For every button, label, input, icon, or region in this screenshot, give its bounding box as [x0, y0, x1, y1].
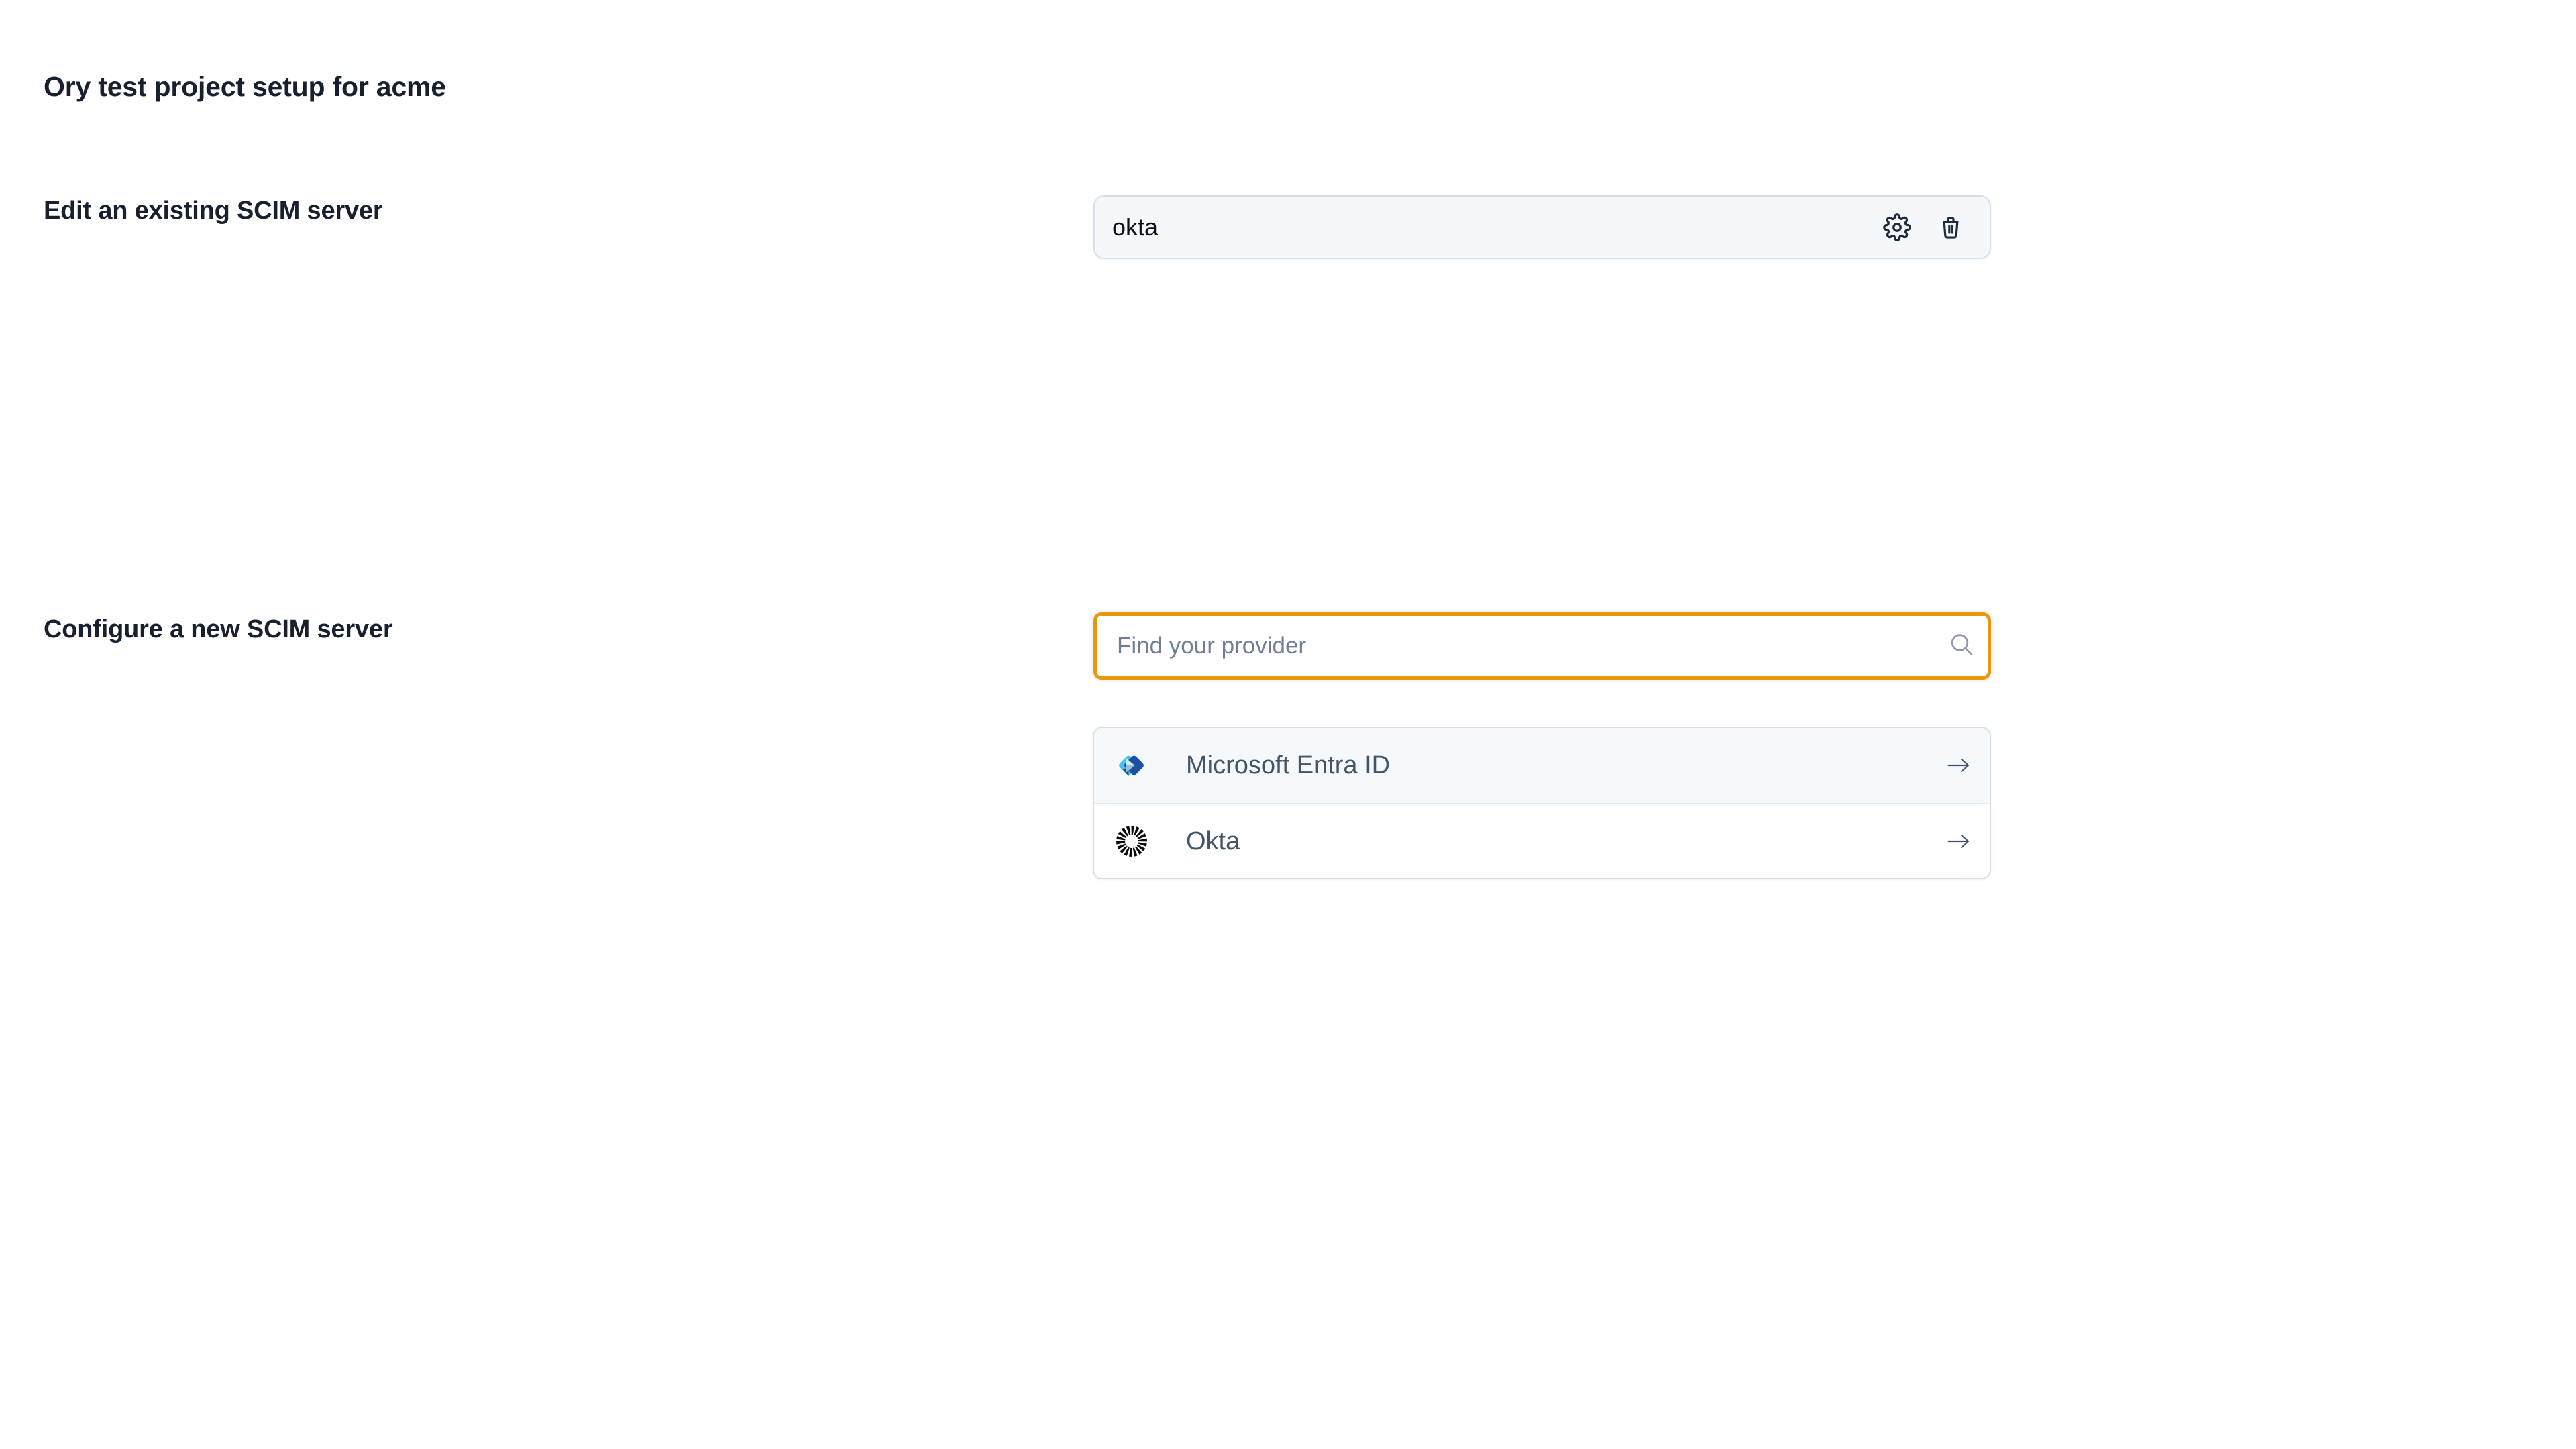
provider-row-microsoft-entra-id[interactable]: Microsoft Entra ID	[1094, 728, 1990, 803]
provider-label: Microsoft Entra ID	[1186, 751, 1947, 780]
page-title: Ory test project setup for acme	[44, 70, 446, 103]
scim-setup-page: Ory test project setup for acme Edit an …	[0, 0, 2576, 1449]
provider-search	[1093, 612, 1991, 680]
section-heading-configure: Configure a new SCIM server	[44, 614, 392, 645]
server-name: okta	[1112, 213, 1878, 241]
settings-button[interactable]	[1878, 209, 1916, 246]
gear-icon	[1883, 213, 1911, 241]
trash-icon	[1937, 214, 1964, 241]
delete-button[interactable]	[1932, 209, 1970, 246]
provider-row-okta[interactable]: Okta	[1094, 803, 1990, 878]
arrow-right-icon	[1947, 757, 1971, 774]
microsoft-entra-id-logo	[1113, 748, 1150, 783]
okta-logo	[1113, 824, 1150, 859]
scim-server-card: okta	[1093, 195, 1991, 259]
provider-list: Microsoft Entra ID Okta	[1093, 727, 1991, 879]
provider-label: Okta	[1186, 827, 1947, 856]
section-heading-edit: Edit an existing SCIM server	[44, 195, 382, 226]
arrow-right-icon	[1947, 833, 1971, 850]
provider-search-input[interactable]	[1093, 612, 1991, 680]
